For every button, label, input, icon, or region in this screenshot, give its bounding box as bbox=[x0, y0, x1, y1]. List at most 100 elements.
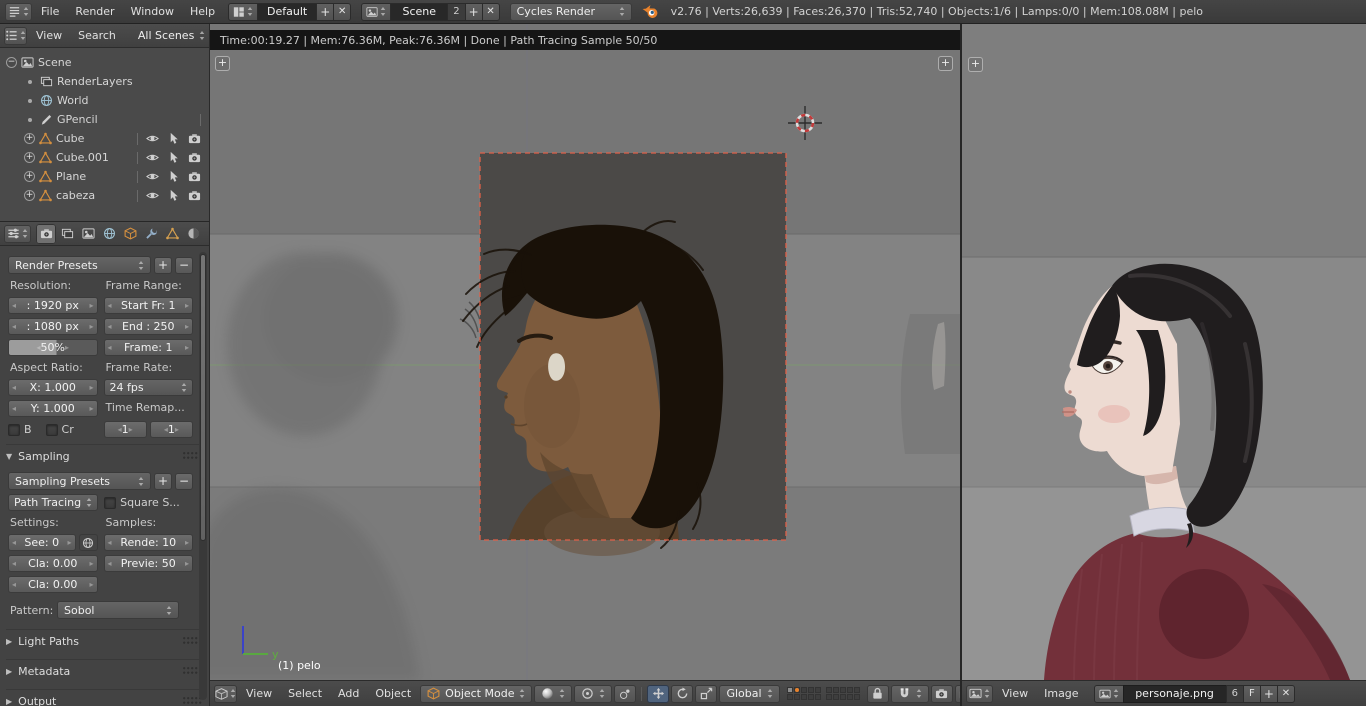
frame-end-field[interactable]: End : 250 bbox=[103, 318, 193, 335]
layers-grid-right[interactable] bbox=[825, 687, 860, 700]
lock-to-scene-toggle[interactable] bbox=[866, 684, 889, 703]
fake-user-toggle[interactable]: F bbox=[1242, 684, 1261, 703]
tab-object[interactable] bbox=[120, 224, 140, 244]
sampling-presets-select[interactable]: Sampling Presets bbox=[8, 472, 151, 490]
editor-type-button-outliner[interactable] bbox=[4, 26, 27, 45]
panel-header-sampling[interactable]: ▼ Sampling bbox=[6, 444, 203, 468]
screen-layout-browse-button[interactable] bbox=[228, 2, 259, 21]
time-remap-old-field[interactable]: 1 bbox=[103, 421, 147, 438]
outliner-item-world[interactable]: World bbox=[0, 91, 209, 110]
editor-type-button-properties[interactable] bbox=[4, 224, 31, 243]
aspect-x-field[interactable]: X: 1.000 bbox=[8, 379, 98, 396]
menu-file[interactable]: File bbox=[34, 2, 66, 21]
outliner-item-gpencil[interactable]: GPencil bbox=[0, 110, 209, 129]
collapse-icon[interactable]: − bbox=[6, 57, 17, 68]
layers-grid-left[interactable] bbox=[786, 687, 821, 700]
outliner-item-scene[interactable]: − Scene bbox=[0, 53, 209, 72]
toolshelf-expand-button[interactable]: + bbox=[215, 56, 230, 71]
panel-header-metadata[interactable]: ▶ Metadata bbox=[6, 659, 203, 683]
square-samples-checkbox[interactable]: Square S... bbox=[104, 494, 193, 511]
integrator-select[interactable]: Path Tracing bbox=[8, 494, 99, 511]
add-preset-button[interactable]: + bbox=[154, 256, 172, 274]
render-engine-select[interactable]: Cycles Render bbox=[509, 2, 632, 21]
renderability-camera-icon[interactable] bbox=[188, 151, 201, 164]
menu-outliner-search[interactable]: Search bbox=[71, 26, 123, 45]
expand-icon[interactable]: + bbox=[24, 171, 35, 182]
remove-preset-button[interactable]: − bbox=[175, 256, 193, 274]
toolshelf-expand-button[interactable]: + bbox=[968, 57, 983, 72]
remove-sampling-preset-button[interactable]: − bbox=[175, 472, 193, 490]
seed-field[interactable]: See: 0 bbox=[8, 534, 76, 551]
add-screen-layout-button[interactable]: + bbox=[316, 2, 335, 21]
image-browse-button[interactable] bbox=[1093, 684, 1124, 703]
fps-select[interactable]: 24 fps bbox=[103, 379, 193, 396]
clamp-direct-field[interactable]: Cla: 0.00 bbox=[8, 555, 98, 572]
tab-modifiers[interactable] bbox=[141, 224, 161, 244]
tab-object-data[interactable] bbox=[162, 224, 182, 244]
frame-current-field[interactable]: Frame: 1 bbox=[103, 339, 193, 356]
frame-start-field[interactable]: Start Fr: 1 bbox=[103, 297, 193, 314]
selectability-pointer-icon[interactable] bbox=[167, 170, 180, 183]
outliner-item-cube001[interactable]: + Cube.001 bbox=[0, 148, 209, 167]
properties-scrollbar[interactable] bbox=[199, 252, 207, 700]
editor-type-button-3dview[interactable] bbox=[214, 684, 237, 703]
resolution-y-field[interactable]: : 1080 px bbox=[8, 318, 98, 335]
new-image-button[interactable]: + bbox=[1259, 684, 1278, 703]
tab-render-layers[interactable] bbox=[57, 224, 77, 244]
menu-render[interactable]: Render bbox=[68, 2, 121, 21]
image-editor-canvas[interactable] bbox=[962, 24, 1366, 680]
menu-help[interactable]: Help bbox=[183, 2, 222, 21]
tab-scene[interactable] bbox=[78, 224, 98, 244]
border-checkbox[interactable]: B bbox=[8, 423, 32, 436]
menu-window[interactable]: Window bbox=[124, 2, 181, 21]
expand-icon[interactable]: + bbox=[24, 133, 35, 144]
selectability-pointer-icon[interactable] bbox=[167, 189, 180, 202]
outliner-item-cabeza[interactable]: + cabeza bbox=[0, 186, 209, 205]
visibility-eye-icon[interactable] bbox=[146, 132, 159, 145]
renderability-camera-icon[interactable] bbox=[188, 189, 201, 202]
opengl-render-button[interactable] bbox=[930, 684, 953, 703]
expand-icon[interactable]: + bbox=[24, 190, 35, 201]
pattern-select[interactable]: Sobol bbox=[57, 601, 179, 619]
delete-screen-layout-button[interactable]: ✕ bbox=[333, 2, 352, 21]
selectability-pointer-icon[interactable] bbox=[167, 132, 180, 145]
add-sampling-preset-button[interactable]: + bbox=[154, 472, 172, 490]
visibility-eye-icon[interactable] bbox=[146, 170, 159, 183]
outliner-item-cube[interactable]: + Cube bbox=[0, 129, 209, 148]
outliner-scope-select[interactable]: All Scenes bbox=[131, 27, 210, 45]
properties-shelf-expand-button[interactable]: + bbox=[938, 56, 953, 71]
panel-header-light-paths[interactable]: ▶ Light Paths bbox=[6, 629, 203, 653]
scrollbar-thumb[interactable] bbox=[200, 254, 206, 541]
menu-viewport-view[interactable]: View bbox=[239, 684, 279, 703]
pivot-point-select[interactable] bbox=[574, 684, 613, 703]
menu-viewport-select[interactable]: Select bbox=[281, 684, 329, 703]
scale-manipulator-toggle[interactable] bbox=[695, 684, 718, 703]
viewport-shading-select[interactable] bbox=[534, 684, 573, 703]
crop-checkbox[interactable]: Cr bbox=[45, 423, 74, 436]
manipulate-center-points-toggle[interactable] bbox=[614, 684, 637, 703]
menu-image-view[interactable]: View bbox=[995, 684, 1035, 703]
editor-type-button-info[interactable] bbox=[5, 2, 32, 21]
add-scene-button[interactable]: + bbox=[464, 2, 483, 21]
editor-type-button-image[interactable] bbox=[966, 684, 993, 703]
renderability-camera-icon[interactable] bbox=[188, 170, 201, 183]
tab-world[interactable] bbox=[99, 224, 119, 244]
menu-outliner-view[interactable]: View bbox=[29, 26, 69, 45]
renderability-camera-icon[interactable] bbox=[188, 132, 201, 145]
scene-name-field[interactable]: Scene bbox=[390, 2, 449, 21]
clamp-indirect-field[interactable]: Cla: 0.00 bbox=[8, 576, 98, 593]
visibility-eye-icon[interactable] bbox=[146, 189, 159, 202]
preview-samples-field[interactable]: Previe: 50 bbox=[103, 555, 193, 572]
translate-manipulator-toggle[interactable] bbox=[647, 684, 670, 703]
menu-image[interactable]: Image bbox=[1037, 684, 1085, 703]
selectability-pointer-icon[interactable] bbox=[167, 151, 180, 164]
tab-render[interactable] bbox=[36, 223, 56, 244]
image-users-count[interactable]: 6 bbox=[1225, 684, 1244, 703]
layers-widget[interactable] bbox=[786, 687, 860, 700]
animated-seed-toggle[interactable] bbox=[78, 534, 98, 551]
rotate-manipulator-toggle[interactable] bbox=[671, 684, 694, 703]
viewport-canvas[interactable]: y (1) pelo bbox=[210, 24, 960, 680]
delete-scene-button[interactable]: ✕ bbox=[481, 2, 500, 21]
menu-viewport-add[interactable]: Add bbox=[331, 684, 366, 703]
menu-viewport-object[interactable]: Object bbox=[368, 684, 418, 703]
